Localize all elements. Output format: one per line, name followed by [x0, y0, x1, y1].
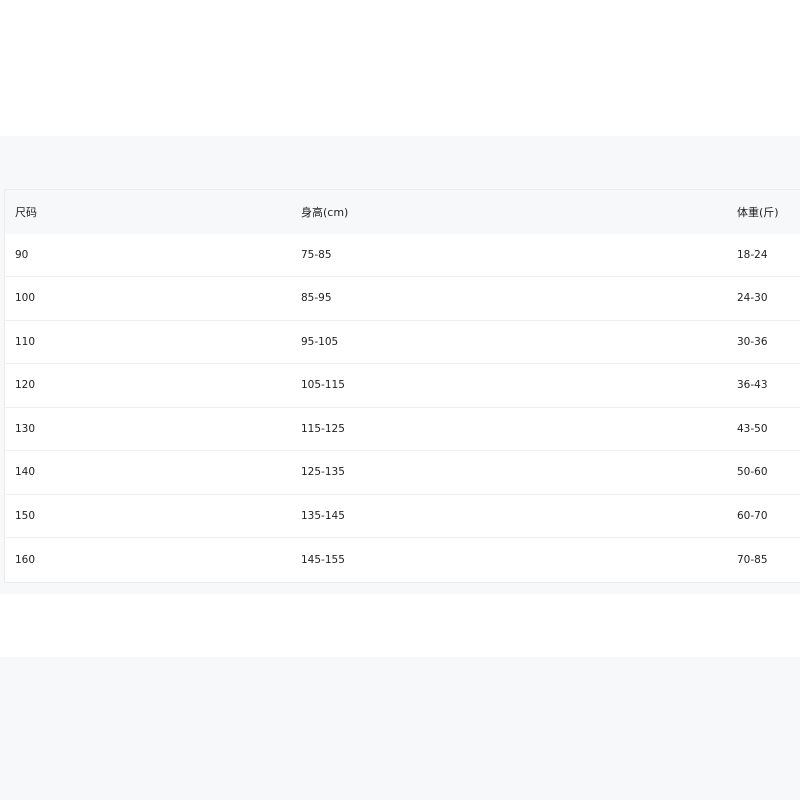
table-row: 120 105-115 36-43 — [5, 364, 800, 408]
cell-height: 95-105 — [301, 335, 339, 348]
cell-weight: 36-43 — [737, 379, 768, 392]
table-row: 160 145-155 70-85 — [5, 538, 800, 582]
cell-height: 125-135 — [301, 466, 345, 479]
cell-height: 75-85 — [301, 248, 332, 261]
table-row: 110 95-105 30-36 — [5, 321, 800, 364]
bottom-panel — [0, 657, 800, 800]
middle-whitespace — [0, 594, 800, 657]
cell-weight: 60-70 — [737, 509, 768, 522]
table-row: 140 125-135 50-60 — [5, 451, 800, 495]
table-row: 130 115-125 43-50 — [5, 408, 800, 451]
cell-weight: 30-36 — [737, 335, 768, 348]
cell-size: 140 — [15, 466, 36, 479]
cell-weight: 70-85 — [737, 553, 768, 566]
table-row: 90 75-85 18-24 — [5, 234, 800, 277]
cell-height: 135-145 — [301, 509, 345, 522]
cell-size: 90 — [15, 248, 29, 261]
cell-weight: 43-50 — [737, 422, 768, 435]
cell-size: 150 — [15, 509, 36, 522]
cell-weight: 24-30 — [737, 292, 768, 305]
cell-size: 130 — [15, 422, 36, 435]
cell-height: 145-155 — [301, 553, 345, 566]
table-header-row: 尺码 身高(cm) 体重(斤) — [5, 190, 800, 234]
cell-height: 85-95 — [301, 292, 332, 305]
cell-height: 105-115 — [301, 379, 345, 392]
cell-size: 100 — [15, 292, 36, 305]
size-table: 尺码 身高(cm) 体重(斤) 90 75-85 18-24 100 85-95… — [4, 189, 800, 583]
cell-size: 120 — [15, 379, 36, 392]
size-chart-panel: 尺码 身高(cm) 体重(斤) 90 75-85 18-24 100 85-95… — [0, 136, 800, 594]
cell-height: 115-125 — [301, 422, 345, 435]
column-header-weight: 体重(斤) — [737, 205, 779, 219]
cell-size: 110 — [15, 335, 36, 348]
table-row: 150 135-145 60-70 — [5, 495, 800, 538]
table-row: 100 85-95 24-30 — [5, 277, 800, 321]
column-header-height: 身高(cm) — [301, 205, 349, 219]
cell-weight: 50-60 — [737, 466, 768, 479]
top-whitespace — [0, 0, 800, 136]
cell-weight: 18-24 — [737, 248, 768, 261]
cell-size: 160 — [15, 553, 36, 566]
column-header-size: 尺码 — [15, 205, 37, 219]
